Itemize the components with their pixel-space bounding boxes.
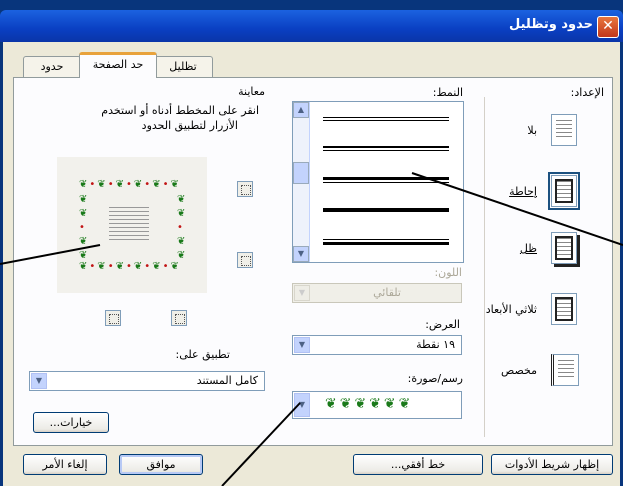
horizontal-line-label: خط أفقي... — [390, 458, 446, 471]
divider — [484, 97, 485, 437]
style-option[interactable] — [323, 117, 449, 121]
color-dropdown[interactable]: ▼ تلقائي — [292, 283, 462, 303]
title-bar[interactable]: حدود وتظليل ✕ — [0, 10, 623, 42]
apply-to-label: تطبيق على: — [175, 348, 230, 361]
preview-area[interactable]: ❦•❦•❦•❦•❦•❦ ❦•❦•❦•❦•❦•❦ ❦ ❦ • ❦ ❦ ❦ ❦ • ❦ ❦ — [57, 157, 207, 293]
preview-hint-line2: الأزرار لتطبيق الحدود — [141, 119, 238, 132]
style-option[interactable] — [323, 146, 449, 151]
setting-box-icon[interactable] — [548, 172, 580, 210]
apply-to-value: كامل المستند — [196, 374, 258, 387]
cancel-button[interactable]: إلغاء الأمر — [23, 454, 107, 475]
style-option[interactable] — [323, 208, 449, 212]
options-button-label: خيارات... — [49, 416, 93, 429]
holly-left: ❦ ❦ • ❦ ❦ — [79, 194, 88, 261]
chevron-down-icon: ▼ — [294, 393, 310, 417]
chevron-down-icon: ▼ — [294, 337, 310, 353]
dialog-body: تظليل حد الصفحة حدود الإعداد: بلا إحاطة … — [3, 42, 620, 486]
art-dropdown[interactable]: ▼ ❦❦❦❦❦❦ — [292, 391, 462, 419]
tab-page-border-label: حد الصفحة — [92, 58, 144, 71]
setting-none-icon[interactable] — [551, 114, 577, 146]
tab-borders[interactable]: حدود — [23, 56, 81, 77]
scroll-up-button[interactable]: ▲ — [293, 102, 309, 118]
style-label: النمط: — [432, 86, 463, 99]
preview-hint-line1: انقر على المخطط أدناه أو استخدم — [101, 104, 259, 117]
tab-borders-label: حدود — [40, 60, 64, 73]
chevron-down-icon: ▼ — [294, 285, 310, 301]
tab-page-border[interactable]: حد الصفحة — [79, 52, 157, 78]
width-value: ١٩ نقطة — [416, 338, 455, 351]
cancel-label: إلغاء الأمر — [42, 458, 88, 471]
show-toolbar-label: إظهار شريط الأدوات — [504, 458, 600, 471]
tab-shading[interactable]: تظليل — [153, 56, 213, 77]
apply-to-dropdown[interactable]: ▼ كامل المستند — [29, 371, 265, 391]
width-label: العرض: — [425, 318, 460, 331]
art-label: رسم/صورة: — [407, 372, 463, 385]
holly-right: ❦ ❦ • ❦ ❦ — [177, 194, 186, 261]
color-label: اللون: — [434, 266, 462, 279]
style-scrollbar[interactable]: ▲ ▼ — [293, 102, 310, 262]
close-button[interactable]: ✕ — [597, 16, 619, 38]
ok-button[interactable]: موافق — [119, 454, 203, 475]
bottom-border-button[interactable] — [237, 252, 253, 268]
dialog-title: حدود وتظليل — [509, 17, 593, 32]
setting-shadow-label[interactable]: ظل — [520, 242, 537, 255]
preview-label: معاينة — [238, 85, 265, 98]
holly-art-sample: ❦❦❦❦❦❦ — [325, 396, 414, 412]
color-value: تلقائي — [373, 286, 401, 299]
setting-label: الإعداد: — [570, 86, 604, 99]
show-toolbar-button[interactable]: إظهار شريط الأدوات — [491, 454, 613, 475]
left-border-button[interactable] — [105, 310, 121, 326]
style-option[interactable] — [323, 239, 449, 245]
ok-label: موافق — [146, 458, 176, 471]
options-button[interactable]: خيارات... — [33, 412, 109, 433]
holly-top: ❦•❦•❦•❦•❦•❦ — [79, 179, 181, 190]
scroll-thumb[interactable] — [293, 162, 309, 184]
setting-custom-label[interactable]: مخصص — [501, 364, 537, 377]
right-border-button[interactable] — [171, 310, 187, 326]
tab-shading-label: تظليل — [169, 60, 197, 73]
chevron-down-icon: ▼ — [31, 373, 47, 389]
scroll-down-button[interactable]: ▼ — [293, 246, 309, 262]
setting-custom-icon[interactable] — [551, 354, 579, 386]
style-list[interactable]: ▲ ▼ — [292, 101, 464, 263]
holly-bottom: ❦•❦•❦•❦•❦•❦ — [79, 261, 181, 272]
horizontal-line-button[interactable]: خط أفقي... — [353, 454, 483, 475]
top-border-button[interactable] — [237, 181, 253, 197]
setting-3d-icon[interactable] — [551, 293, 577, 325]
style-option-selected[interactable] — [323, 177, 449, 183]
setting-none-label[interactable]: بلا — [527, 124, 537, 137]
preview-text-lines — [109, 207, 149, 243]
setting-box-label[interactable]: إحاطة — [509, 185, 537, 198]
setting-3d-label[interactable]: ثلاثي الأبعاد — [486, 303, 537, 316]
close-icon: ✕ — [602, 18, 614, 34]
setting-shadow-icon[interactable] — [551, 232, 577, 264]
width-dropdown[interactable]: ▼ ١٩ نقطة — [292, 335, 462, 355]
